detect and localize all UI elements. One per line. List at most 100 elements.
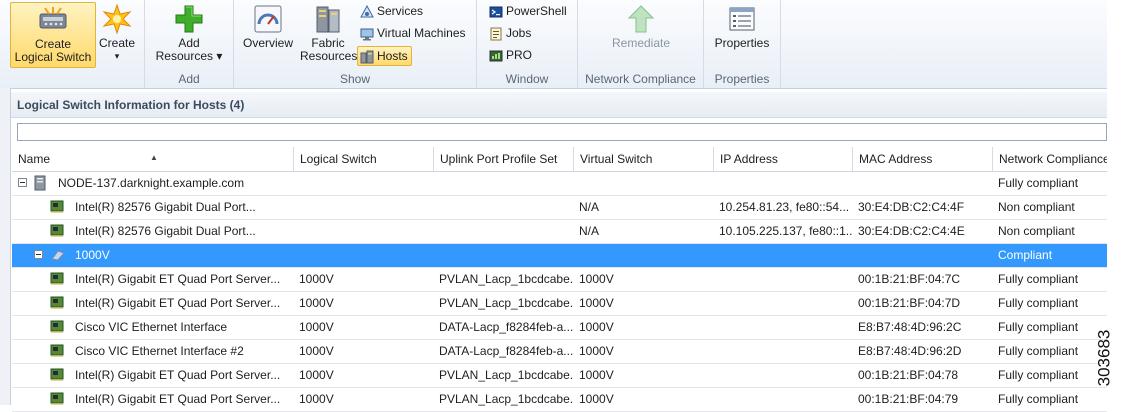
cell-ip [713, 340, 852, 362]
ribbon-group-show: Overview Fabric Resources Services Virtu… [234, 0, 477, 88]
cell-virtual-switch: 1000V [579, 368, 614, 382]
search-box[interactable] [17, 123, 1114, 141]
cell-mac: 00:1B:21:BF:04:7D [858, 296, 961, 310]
cell-virtual-switch: N/A [579, 200, 600, 214]
cell-compliance: Fully compliant [998, 176, 1079, 190]
column-header-logical-switch[interactable]: Logical Switch [293, 147, 433, 171]
cell-uplink: PVLAN_Lacp_1bcdcabe... [439, 392, 573, 406]
cell-uplink [433, 196, 573, 218]
cell-mac: E8:B7:48:4D:96:2C [858, 320, 962, 334]
search-input[interactable] [18, 124, 1114, 140]
create-button[interactable]: Create ▾ [96, 2, 138, 66]
ribbon: Create Logical Switch Create ▾ Add Resou… [0, 0, 1107, 89]
cell-uplink [433, 220, 573, 242]
column-header-name[interactable]: Name ▲ [12, 147, 295, 171]
cell-ip [713, 316, 852, 338]
properties-button[interactable]: Properties [710, 2, 774, 66]
powershell-button[interactable]: PowerShell [487, 2, 570, 20]
switch-device-icon [39, 7, 67, 29]
cell-name: Intel(R) 82576 Gigabit Dual Port... [75, 224, 256, 238]
cell-logical-switch [293, 244, 433, 266]
remediate-label: Remediate [611, 36, 671, 50]
column-header-ip-address[interactable]: IP Address [713, 147, 852, 171]
network-adapter-icon [50, 368, 64, 381]
cell-compliance: Fully compliant [998, 344, 1079, 358]
network-adapter-icon [50, 344, 64, 357]
cell-uplink: DATA-Lacp_f8284feb-a... [439, 344, 573, 358]
table-row[interactable]: Intel(R) Gigabit ET Quad Port Server... 1… [12, 388, 1107, 412]
cell-virtual-switch: 1000V [579, 272, 614, 286]
network-adapter-icon [50, 272, 64, 285]
table-body: NODE-137.darknight.example.com Fully comp… [12, 172, 1107, 412]
fabric-resources-label-2: Resources [300, 49, 358, 63]
ribbon-group-properties: Properties Properties [704, 0, 781, 88]
ribbon-group-create: Create Logical Switch Create ▾ [0, 0, 145, 88]
cell-compliance: Fully compliant [998, 392, 1079, 406]
services-button[interactable]: Services [358, 2, 426, 20]
table-row[interactable]: Intel(R) Gigabit ET Quad Port Server... 1… [12, 292, 1107, 316]
pro-icon [489, 50, 503, 62]
properties-window-icon [729, 7, 755, 31]
cell-ip [713, 172, 852, 194]
ribbon-group-label-show: Show [339, 72, 371, 86]
table-row[interactable]: Intel(R) 82576 Gigabit Dual Port... N/A 10… [12, 220, 1107, 244]
cell-compliance: Non compliant [998, 224, 1075, 238]
cell-compliance: Fully compliant [998, 296, 1079, 310]
network-adapter-icon [50, 320, 64, 333]
add-resources-button[interactable]: Add Resources ▾ [153, 2, 225, 66]
cell-name: Cisco VIC Ethernet Interface #2 [75, 344, 244, 358]
pro-label: PRO [506, 48, 533, 62]
table-row[interactable]: 1000V Compliant [12, 244, 1107, 268]
column-header-uplink-port-profile-set[interactable]: Uplink Port Profile Set [433, 147, 573, 171]
remediate-button[interactable]: Remediate [598, 2, 684, 66]
create-logical-switch-button[interactable]: Create Logical Switch [10, 2, 96, 68]
hosts-table: Name ▲ Logical Switch Uplink Port Profil… [12, 147, 1107, 412]
ribbon-group-network-compliance: Remediate Network Compliance [578, 0, 704, 88]
cell-mac: 00:1B:21:BF:04:7C [858, 272, 961, 286]
cell-ip [713, 268, 852, 290]
cell-virtual-switch: 1000V [579, 392, 614, 406]
cell-virtual-switch: 1000V [579, 344, 614, 358]
cell-ip [713, 292, 852, 314]
create-logical-switch-label-2: Logical Switch [14, 50, 92, 64]
cell-logical-switch: 1000V [299, 344, 334, 358]
virtual-machines-button[interactable]: Virtual Machines [358, 24, 469, 42]
table-row[interactable]: Intel(R) Gigabit ET Quad Port Server... 1… [12, 364, 1107, 388]
column-header-virtual-switch[interactable]: Virtual Switch [573, 147, 713, 171]
cell-mac: 30:E4:DB:C2:C4:4F [858, 200, 965, 214]
properties-label: Properties [714, 36, 770, 50]
ribbon-group-window: PowerShell Jobs PRO Window [477, 0, 578, 88]
table-row[interactable]: Cisco VIC Ethernet Interface #2 1000V DATA… [12, 340, 1107, 364]
fabric-resources-button[interactable]: Fabric Resources [300, 2, 358, 66]
table-row[interactable]: Intel(R) Gigabit ET Quad Port Server... 1… [12, 268, 1107, 292]
table-header: Name ▲ Logical Switch Uplink Port Profil… [12, 147, 1107, 172]
left-pane-splitter[interactable] [0, 88, 11, 405]
cell-uplink: PVLAN_Lacp_1bcdcabe... [439, 368, 573, 382]
collapse-toggle-icon[interactable] [18, 178, 27, 187]
overview-button[interactable]: Overview [240, 2, 296, 66]
cell-virtual-switch: N/A [579, 224, 600, 238]
cell-name: NODE-137.darknight.example.com [58, 176, 245, 190]
chevron-down-icon: ▾ [114, 51, 120, 61]
table-row[interactable]: Cisco VIC Ethernet Interface 1000V DATA-La… [12, 316, 1107, 340]
jobs-button[interactable]: Jobs [487, 24, 534, 42]
column-header-mac-address[interactable]: MAC Address [852, 147, 992, 171]
cell-compliance: Fully compliant [998, 272, 1079, 286]
cell-uplink: PVLAN_Lacp_1bcdcabe... [439, 272, 573, 286]
logical-switch-icon [51, 250, 65, 261]
table-row[interactable]: Intel(R) 82576 Gigabit Dual Port... N/A 10… [12, 196, 1107, 220]
powershell-icon [489, 6, 503, 18]
collapse-toggle-icon[interactable] [34, 250, 43, 259]
table-row[interactable]: NODE-137.darknight.example.com Fully comp… [12, 172, 1107, 196]
cell-virtual-switch [573, 244, 713, 266]
cell-compliance: Fully compliant [998, 368, 1079, 382]
pro-button[interactable]: PRO [487, 46, 535, 64]
cell-name: Intel(R) Gigabit ET Quad Port Server... [75, 368, 281, 382]
ribbon-group-label-properties: Properties [714, 72, 770, 86]
cell-name: Cisco VIC Ethernet Interface [75, 320, 228, 334]
cell-ip: 10.254.81.23, fe80::54... [719, 200, 850, 214]
jobs-icon [490, 27, 502, 41]
hosts-button[interactable]: Hosts [357, 46, 412, 66]
ribbon-group-label-add: Add [178, 72, 200, 86]
column-header-network-compliance[interactable]: Network Compliance [992, 147, 1107, 171]
